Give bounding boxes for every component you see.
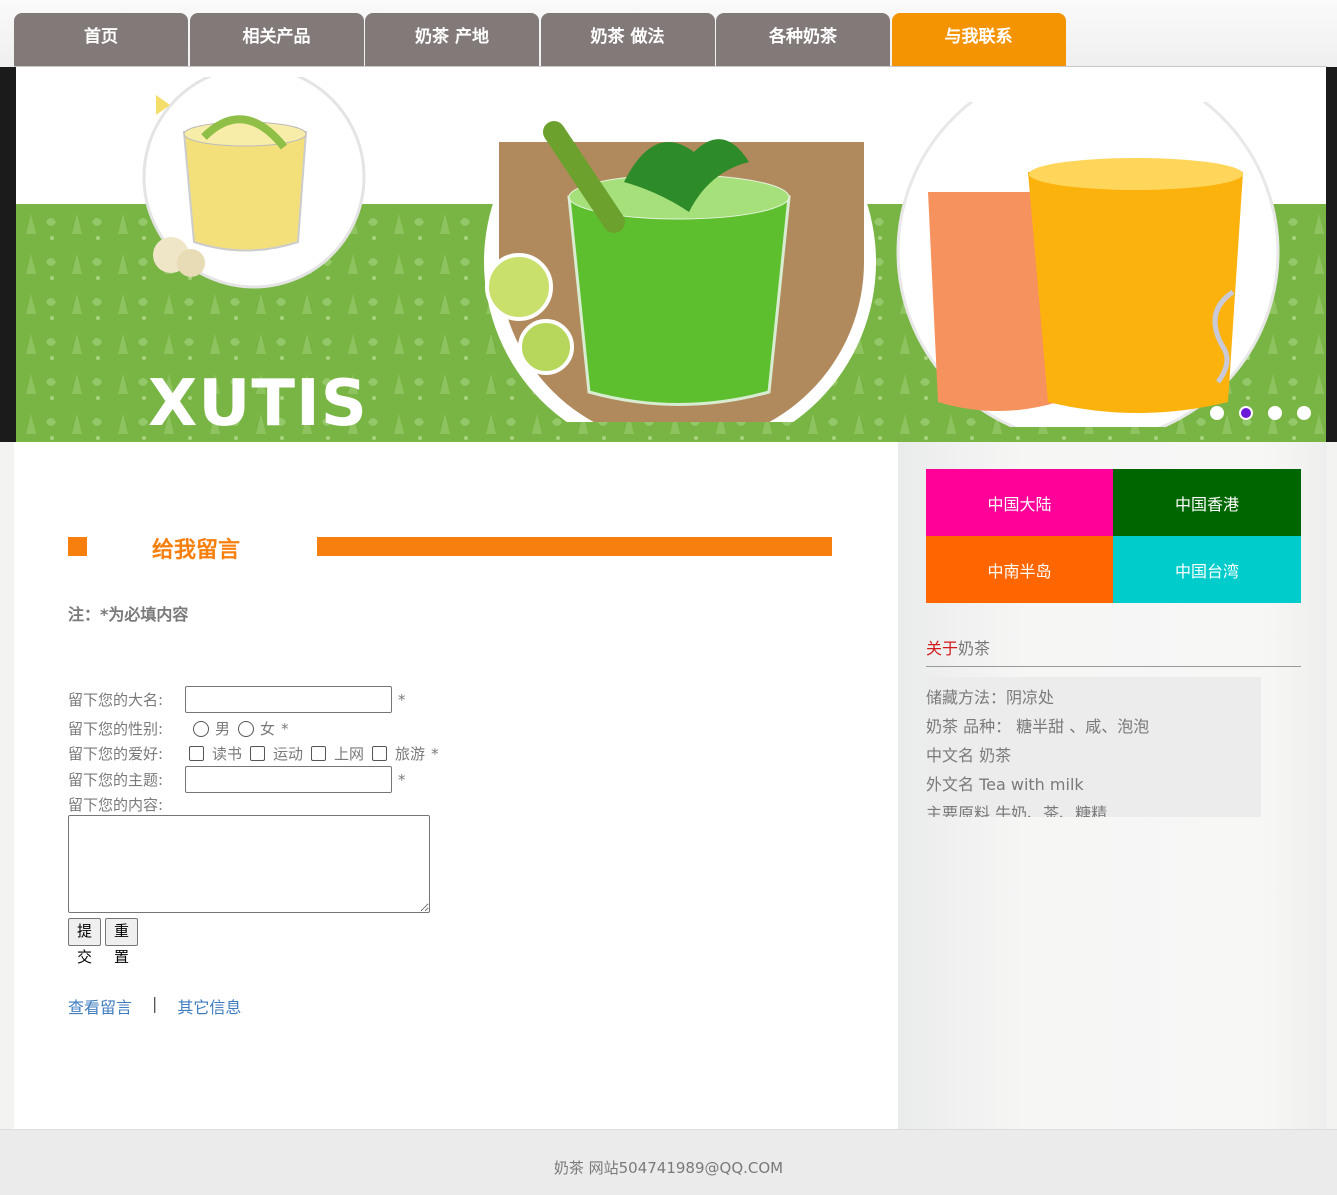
info-line: 主要原料 牛奶、茶、糖精 — [926, 804, 1108, 817]
gender-female-radio[interactable] — [238, 720, 255, 737]
nav-tab-method[interactable]: 奶茶 做法 — [540, 13, 715, 67]
required-mark: * — [398, 770, 406, 789]
gender-female-label: 女 — [260, 720, 276, 738]
about-prefix: 关于 — [926, 639, 959, 658]
about-suffix: 奶茶 — [958, 639, 991, 658]
name-label: 留下您的大名: — [68, 691, 164, 709]
hobby-reading-checkbox[interactable] — [189, 746, 204, 761]
nav-tab-origin[interactable]: 奶茶 产地 — [365, 13, 539, 67]
info-line: 奶茶 品种： 糖半甜 、咸、泡泡 — [926, 717, 1150, 736]
hobby-sports-checkbox[interactable] — [250, 746, 266, 761]
reset-button[interactable]: 重置 — [105, 918, 139, 966]
banner-logo-text: XUTIS — [148, 367, 368, 441]
gender-label: 留下您的性别: — [68, 720, 164, 738]
hobby-travel-label: 旅游 — [395, 745, 426, 763]
footer: 奶茶 网站504741989@QQ.COM — [0, 1129, 1337, 1195]
hobby-label: 留下您的爱好: — [68, 745, 164, 763]
section-header: 给我留言 — [68, 537, 832, 563]
region-grid: 中国大陆 中国香港 中南半岛 中国台湾 — [926, 469, 1301, 603]
content-textarea[interactable] — [68, 815, 430, 913]
nav-tabs: 首页 相关产品 奶茶 产地 奶茶 做法 各种奶茶 与我联系 — [14, 13, 1067, 67]
required-note: 注：*为必填内容 — [68, 605, 189, 624]
bottom-links: 查看留言 | 其它信息 — [68, 994, 241, 1018]
main-content: 给我留言 注：*为必填内容 留下您的大名: * 留下您的性别: 男 女 * 留下… — [14, 442, 898, 1129]
link-separator: | — [152, 994, 158, 1013]
subject-input[interactable] — [185, 766, 392, 793]
nav-tab-products[interactable]: 相关产品 — [189, 13, 364, 67]
drink-cucumber-image — [484, 102, 876, 422]
hobby-reading-label: 读书 — [212, 745, 243, 763]
view-messages-link[interactable]: 查看留言 — [68, 994, 132, 1018]
other-info-link[interactable]: 其它信息 — [177, 994, 241, 1018]
banner-slide: XUTIS — [16, 67, 1326, 442]
info-line: 中文名 奶茶 — [926, 746, 1012, 765]
nav-tab-contact[interactable]: 与我联系 — [891, 13, 1066, 67]
hero-banner: XUTIS — [0, 67, 1337, 442]
submit-button[interactable]: 提交 — [68, 918, 102, 966]
footer-text: 奶茶 网站504741989@QQ.COM — [553, 1159, 784, 1177]
section-title: 给我留言 — [152, 538, 241, 563]
required-mark: * — [281, 719, 289, 738]
carousel-dot-3[interactable] — [1268, 406, 1282, 420]
info-line: 外文名 Tea with milk — [926, 775, 1084, 794]
drink-orange-image — [896, 102, 1280, 427]
info-line: 储藏方法：阴凉处 — [926, 688, 1055, 707]
region-hongkong-button[interactable]: 中国香港 — [1113, 469, 1301, 536]
gender-row: 留下您的性别: 男 女 * — [68, 718, 289, 739]
section-bar — [317, 537, 832, 556]
hobby-internet-label: 上网 — [334, 745, 365, 763]
gender-male-radio[interactable] — [193, 720, 209, 737]
region-taiwan-button[interactable]: 中国台湾 — [1113, 536, 1301, 603]
name-row: 留下您的大名: * — [68, 686, 406, 713]
carousel-dot-1[interactable] — [1210, 406, 1224, 420]
nav-tab-home[interactable]: 首页 — [14, 13, 188, 67]
subject-row: 留下您的主题: * — [68, 766, 406, 793]
drink-lemon-image — [142, 77, 366, 289]
top-nav: 首页 相关产品 奶茶 产地 奶茶 做法 各种奶茶 与我联系 — [0, 0, 1337, 67]
sidebar: 中国大陆 中国香港 中南半岛 中国台湾 关于奶茶 储藏方法：阴凉处 奶茶 品种：… — [898, 442, 1327, 1129]
carousel-dots — [1210, 406, 1326, 420]
about-info-box[interactable]: 储藏方法：阴凉处 奶茶 品种： 糖半甜 、咸、泡泡 中文名 奶茶 外文名 Tea… — [926, 677, 1261, 817]
region-indochina-button[interactable]: 中南半岛 — [926, 536, 1113, 603]
about-divider — [926, 666, 1301, 667]
hobby-travel-checkbox[interactable] — [372, 746, 388, 761]
required-mark: * — [431, 744, 439, 763]
carousel-dot-2[interactable] — [1239, 406, 1253, 420]
hobby-internet-checkbox[interactable] — [311, 746, 327, 761]
section-square-icon — [68, 537, 87, 556]
name-input[interactable] — [185, 686, 392, 713]
form-buttons: 提交 重置 — [68, 918, 142, 966]
region-mainland-button[interactable]: 中国大陆 — [926, 469, 1113, 536]
subject-label: 留下您的主题: — [68, 771, 164, 789]
gender-male-label: 男 — [215, 720, 231, 738]
required-mark: * — [398, 690, 406, 709]
content-row: 留下您的内容: — [68, 794, 185, 815]
about-heading: 关于奶茶 — [926, 635, 990, 659]
nav-tab-varieties[interactable]: 各种奶茶 — [716, 13, 890, 67]
hobby-sports-label: 运动 — [273, 745, 304, 763]
carousel-dot-4[interactable] — [1297, 406, 1311, 420]
content-label: 留下您的内容: — [68, 796, 164, 814]
hobby-row: 留下您的爱好: 读书 运动 上网 旅游 * — [68, 743, 439, 764]
